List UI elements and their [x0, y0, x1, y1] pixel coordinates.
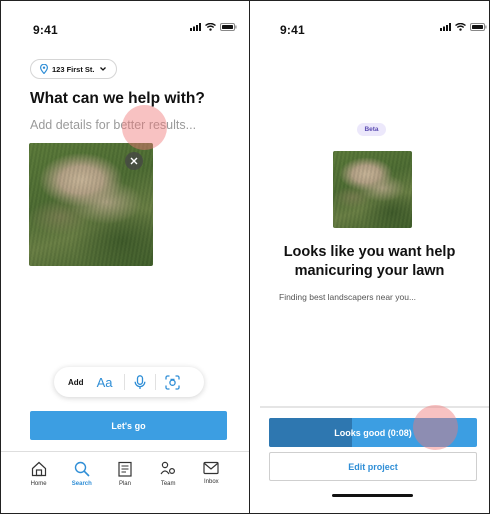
tab-search[interactable]: Search: [63, 452, 101, 513]
beta-badge: Beta: [357, 123, 386, 136]
input-toolbar: Add Aa: [54, 367, 204, 397]
page-title: What can we help with?: [30, 90, 205, 107]
battery-icon: [220, 23, 237, 31]
result-subtitle: Finding best landscapers near you...: [279, 292, 417, 302]
chevron-down-icon: [99, 67, 106, 71]
home-indicator: [332, 494, 413, 497]
status-icons: [190, 23, 237, 31]
location-pin-icon: [40, 64, 48, 74]
edit-project-button[interactable]: Edit project: [269, 452, 477, 481]
add-label: Add: [68, 377, 84, 387]
divider: [124, 374, 126, 390]
address-label: 123 First St.: [52, 64, 95, 74]
tab-label: Inbox: [204, 479, 219, 485]
wifi-icon: [205, 23, 216, 31]
text-format-button[interactable]: Aa: [97, 375, 113, 390]
close-icon: [130, 157, 138, 165]
signal-icon: [190, 23, 201, 31]
looks-good-label: Looks good (0:08): [334, 427, 412, 438]
tab-team[interactable]: Team: [149, 452, 187, 513]
microphone-icon: [135, 374, 146, 389]
tab-bar: Home Search Plan Team Inbox: [1, 451, 249, 513]
tab-label: Team: [160, 481, 176, 487]
divider: [260, 406, 489, 408]
plan-icon: [118, 461, 132, 477]
address-selector[interactable]: 123 First St.: [30, 59, 117, 79]
camera-scan-icon: [165, 374, 181, 390]
status-icons: [440, 23, 487, 31]
home-icon: [31, 461, 46, 477]
status-time: 9:41: [280, 23, 305, 37]
team-icon: [160, 461, 176, 475]
details-input[interactable]: Add details for better results...: [30, 118, 196, 132]
wifi-icon: [455, 23, 466, 31]
touch-indicator: [122, 105, 167, 150]
status-bar: 9:41: [250, 1, 489, 41]
search-screen: 9:41 123 First St. What can we help with…: [0, 0, 250, 514]
search-icon: [74, 461, 90, 477]
microphone-button[interactable]: [134, 374, 146, 390]
lets-go-button[interactable]: Let's go: [30, 411, 227, 440]
inbox-icon: [203, 461, 219, 475]
lawn-photo-thumbnail: [333, 151, 412, 228]
camera-scan-button[interactable]: [165, 374, 181, 390]
result-title: Looks like you want help manicuring your…: [250, 243, 489, 281]
matching-screen: 9:41 Beta Looks like you want help manic…: [249, 0, 490, 514]
touch-indicator: [413, 405, 458, 450]
signal-icon: [440, 23, 451, 31]
tab-label: Home: [30, 481, 47, 487]
status-bar: 9:41: [1, 1, 249, 41]
status-time: 9:41: [33, 23, 58, 37]
battery-icon: [470, 23, 487, 31]
tab-inbox[interactable]: Inbox: [192, 452, 230, 513]
remove-photo-button[interactable]: [125, 152, 143, 170]
tab-home[interactable]: Home: [20, 452, 58, 513]
tab-label: Plan: [118, 481, 131, 487]
result-title-text: Looks like you want help manicuring your…: [283, 244, 456, 279]
tab-plan[interactable]: Plan: [106, 452, 144, 513]
tab-label: Search: [71, 481, 92, 487]
divider: [155, 374, 157, 390]
